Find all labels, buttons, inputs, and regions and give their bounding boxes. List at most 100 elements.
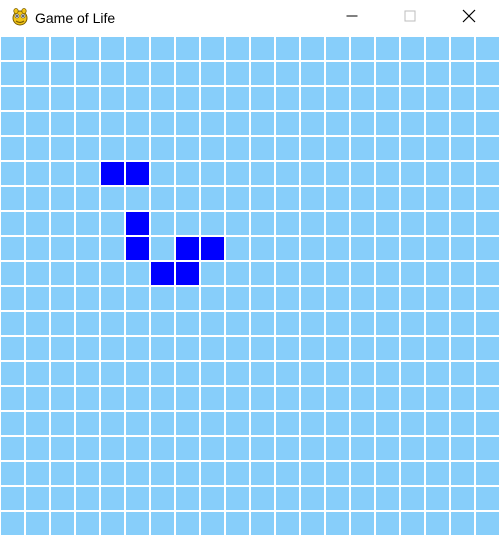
dead-cell[interactable]	[401, 237, 424, 260]
dead-cell[interactable]	[226, 312, 249, 335]
dead-cell[interactable]	[101, 512, 124, 535]
dead-cell[interactable]	[351, 237, 374, 260]
dead-cell[interactable]	[51, 87, 74, 110]
dead-cell[interactable]	[226, 412, 249, 435]
dead-cell[interactable]	[101, 262, 124, 285]
dead-cell[interactable]	[251, 462, 274, 485]
dead-cell[interactable]	[226, 137, 249, 160]
dead-cell[interactable]	[426, 187, 449, 210]
dead-cell[interactable]	[51, 312, 74, 335]
dead-cell[interactable]	[226, 337, 249, 360]
dead-cell[interactable]	[401, 112, 424, 135]
dead-cell[interactable]	[26, 137, 49, 160]
dead-cell[interactable]	[376, 512, 399, 535]
dead-cell[interactable]	[476, 162, 499, 185]
dead-cell[interactable]	[201, 187, 224, 210]
dead-cell[interactable]	[326, 37, 349, 60]
dead-cell[interactable]	[376, 62, 399, 85]
dead-cell[interactable]	[226, 387, 249, 410]
dead-cell[interactable]	[451, 137, 474, 160]
dead-cell[interactable]	[426, 487, 449, 510]
dead-cell[interactable]	[326, 337, 349, 360]
dead-cell[interactable]	[51, 412, 74, 435]
dead-cell[interactable]	[51, 462, 74, 485]
dead-cell[interactable]	[126, 287, 149, 310]
alive-cell[interactable]	[201, 237, 224, 260]
dead-cell[interactable]	[51, 162, 74, 185]
dead-cell[interactable]	[326, 162, 349, 185]
dead-cell[interactable]	[126, 387, 149, 410]
dead-cell[interactable]	[101, 437, 124, 460]
game-grid[interactable]	[0, 36, 501, 537]
dead-cell[interactable]	[1, 487, 24, 510]
dead-cell[interactable]	[251, 412, 274, 435]
dead-cell[interactable]	[401, 412, 424, 435]
dead-cell[interactable]	[351, 487, 374, 510]
dead-cell[interactable]	[126, 462, 149, 485]
dead-cell[interactable]	[326, 62, 349, 85]
dead-cell[interactable]	[476, 287, 499, 310]
dead-cell[interactable]	[101, 362, 124, 385]
dead-cell[interactable]	[476, 87, 499, 110]
dead-cell[interactable]	[426, 62, 449, 85]
dead-cell[interactable]	[476, 512, 499, 535]
dead-cell[interactable]	[176, 462, 199, 485]
dead-cell[interactable]	[426, 437, 449, 460]
dead-cell[interactable]	[226, 37, 249, 60]
dead-cell[interactable]	[251, 37, 274, 60]
dead-cell[interactable]	[326, 487, 349, 510]
dead-cell[interactable]	[176, 162, 199, 185]
dead-cell[interactable]	[451, 387, 474, 410]
dead-cell[interactable]	[151, 287, 174, 310]
dead-cell[interactable]	[426, 387, 449, 410]
dead-cell[interactable]	[351, 137, 374, 160]
dead-cell[interactable]	[26, 62, 49, 85]
dead-cell[interactable]	[451, 287, 474, 310]
dead-cell[interactable]	[351, 412, 374, 435]
dead-cell[interactable]	[451, 237, 474, 260]
dead-cell[interactable]	[301, 112, 324, 135]
dead-cell[interactable]	[376, 437, 399, 460]
dead-cell[interactable]	[226, 187, 249, 210]
dead-cell[interactable]	[376, 37, 399, 60]
dead-cell[interactable]	[401, 137, 424, 160]
dead-cell[interactable]	[76, 287, 99, 310]
dead-cell[interactable]	[76, 237, 99, 260]
dead-cell[interactable]	[126, 512, 149, 535]
dead-cell[interactable]	[226, 262, 249, 285]
dead-cell[interactable]	[101, 487, 124, 510]
dead-cell[interactable]	[176, 412, 199, 435]
dead-cell[interactable]	[226, 112, 249, 135]
dead-cell[interactable]	[226, 162, 249, 185]
dead-cell[interactable]	[101, 462, 124, 485]
dead-cell[interactable]	[1, 462, 24, 485]
dead-cell[interactable]	[126, 262, 149, 285]
dead-cell[interactable]	[451, 87, 474, 110]
dead-cell[interactable]	[476, 487, 499, 510]
dead-cell[interactable]	[76, 437, 99, 460]
dead-cell[interactable]	[251, 237, 274, 260]
dead-cell[interactable]	[476, 337, 499, 360]
dead-cell[interactable]	[1, 287, 24, 310]
dead-cell[interactable]	[376, 287, 399, 310]
dead-cell[interactable]	[326, 462, 349, 485]
dead-cell[interactable]	[251, 162, 274, 185]
dead-cell[interactable]	[201, 312, 224, 335]
dead-cell[interactable]	[126, 412, 149, 435]
dead-cell[interactable]	[326, 312, 349, 335]
dead-cell[interactable]	[376, 187, 399, 210]
dead-cell[interactable]	[451, 337, 474, 360]
dead-cell[interactable]	[151, 337, 174, 360]
dead-cell[interactable]	[301, 462, 324, 485]
dead-cell[interactable]	[76, 112, 99, 135]
dead-cell[interactable]	[301, 37, 324, 60]
dead-cell[interactable]	[201, 362, 224, 385]
dead-cell[interactable]	[176, 112, 199, 135]
dead-cell[interactable]	[1, 412, 24, 435]
dead-cell[interactable]	[51, 187, 74, 210]
dead-cell[interactable]	[451, 462, 474, 485]
dead-cell[interactable]	[251, 362, 274, 385]
dead-cell[interactable]	[151, 487, 174, 510]
dead-cell[interactable]	[276, 387, 299, 410]
dead-cell[interactable]	[476, 312, 499, 335]
